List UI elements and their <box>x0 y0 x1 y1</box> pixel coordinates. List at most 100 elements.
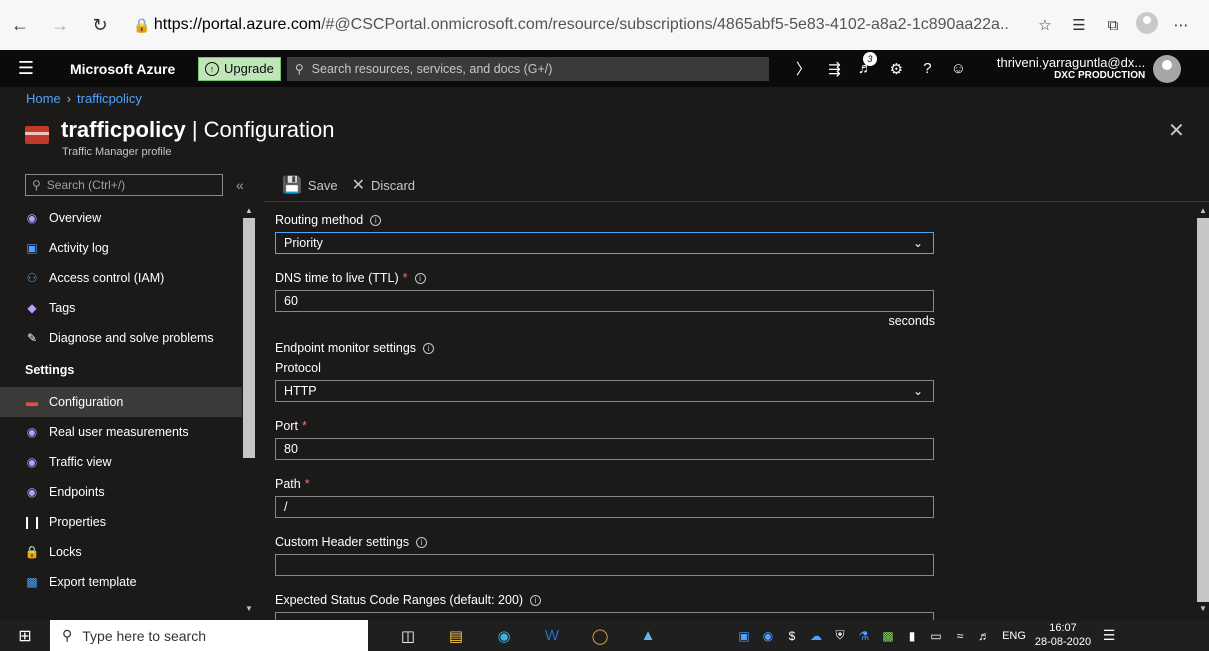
word-icon[interactable]: W <box>528 627 576 644</box>
scroll-down-icon[interactable]: ▼ <box>245 604 253 613</box>
menu-icon[interactable]: ☰ <box>0 58 52 79</box>
save-button[interactable]: 💾 Save <box>282 175 338 195</box>
address-bar[interactable]: 🔒 https://portal.azure.com/#@CSCPortal.o… <box>130 8 1010 42</box>
sidebar-item-diagnose[interactable]: ✎ Diagnose and solve problems <box>0 323 242 353</box>
sidebar-item-traffic-view[interactable]: ◉ Traffic view <box>0 447 242 477</box>
notifications-bell-icon[interactable]: ♬ 3 <box>850 52 881 77</box>
ttl-units: seconds <box>888 314 935 328</box>
feedback-smiley-icon[interactable]: ☺ <box>943 60 974 77</box>
system-clock[interactable]: 16:07 28-08-2020 <box>1032 622 1094 650</box>
task-view-icon[interactable]: ◫ <box>384 627 432 645</box>
content-scrollbar-thumb[interactable] <box>1197 218 1209 602</box>
search-icon: ⚲ <box>32 178 41 192</box>
onedrive-icon[interactable]: ☁ <box>804 629 828 643</box>
sidebar-item-endpoints[interactable]: ◉ Endpoints <box>0 477 242 507</box>
settings-gear-icon[interactable]: ⚙ <box>881 60 912 78</box>
wrench-icon: ✎ <box>26 331 38 345</box>
scroll-up-icon[interactable]: ▲ <box>1199 206 1207 215</box>
windows-start-icon[interactable]: ⊞ <box>0 626 50 646</box>
export-icon: ▩ <box>26 575 38 589</box>
custom-header-input[interactable] <box>275 554 934 576</box>
global-search-input[interactable]: ⚲ Search resources, services, and docs (… <box>286 56 769 81</box>
chrome-icon[interactable]: ◯ <box>576 627 624 645</box>
info-icon[interactable]: i <box>423 342 435 354</box>
sidebar-item-activity-log[interactable]: ▣ Activity log <box>0 233 242 263</box>
sidebar-item-configuration[interactable]: ▬ Configuration <box>0 387 242 417</box>
sidebar-item-real-user-measurements[interactable]: ◉ Real user measurements <box>0 417 242 447</box>
sidebar-item-properties[interactable]: ❙❙ Properties <box>0 507 242 537</box>
scroll-down-icon[interactable]: ▼ <box>1199 604 1207 613</box>
bluetooth-icon[interactable]: ⚗ <box>852 629 876 643</box>
tray-app-icon[interactable]: ▣ <box>732 629 756 643</box>
lock-icon: 🔒 <box>133 16 151 33</box>
microphone-icon[interactable]: ▮ <box>900 629 924 643</box>
collections-icon[interactable]: ⧉ <box>1096 17 1130 34</box>
volume-icon[interactable]: ♬ <box>972 629 996 643</box>
sidebar-item-export-template[interactable]: ▩ Export template <box>0 567 242 597</box>
tray-app-icon[interactable]: ◉ <box>756 629 780 643</box>
info-icon[interactable]: i <box>414 272 426 284</box>
path-input[interactable]: / <box>275 496 934 518</box>
info-icon[interactable]: i <box>530 594 542 606</box>
cloud-shell-icon[interactable]: 〉 <box>788 58 819 79</box>
port-input[interactable]: 80 <box>275 438 934 460</box>
status-codes-label: Expected Status Code Ranges (default: 20… <box>275 590 935 610</box>
battery-icon[interactable]: ▭ <box>924 629 948 643</box>
upgrade-label: Upgrade <box>224 61 274 76</box>
clock-time: 16:07 <box>1049 621 1077 634</box>
favorite-star-icon[interactable]: ☆ <box>1028 16 1062 34</box>
refresh-icon[interactable]: ↻ <box>80 0 120 50</box>
back-arrow-icon[interactable]: ← <box>0 0 40 50</box>
collapse-menu-icon[interactable]: « <box>236 177 244 193</box>
breadcrumb-home[interactable]: Home <box>26 91 61 106</box>
account-info[interactable]: thriveni.yarraguntla@dx... DXC PRODUCTIO… <box>996 54 1146 81</box>
azure-topbar: ☰ Microsoft Azure ↑ Upgrade ⚲ Search res… <box>0 50 1209 87</box>
chevron-down-icon: ⌄ <box>912 384 923 398</box>
help-icon[interactable]: ? <box>912 60 943 77</box>
info-icon[interactable]: i <box>416 536 428 548</box>
iam-icon: ⚇ <box>26 271 38 285</box>
windows-taskbar: ⊞ ⚲ Type here to search ◫ ▤ ◉ W ◯ ▲ ▣ ◉ … <box>0 620 1209 651</box>
ttl-input[interactable]: 60 <box>275 290 934 312</box>
browser-toolbar: ← → ↻ 🔒 https://portal.azure.com/#@CSCPo… <box>0 0 1209 50</box>
forward-arrow-icon[interactable]: → <box>40 0 80 50</box>
sidebar-item-tags[interactable]: ◆ Tags <box>0 293 242 323</box>
close-icon[interactable]: ✕ <box>1168 118 1185 143</box>
upgrade-button[interactable]: ↑ Upgrade <box>198 56 281 81</box>
directory-filter-icon[interactable]: ⇶ <box>819 60 850 78</box>
profile-icon[interactable] <box>1130 12 1164 38</box>
breadcrumb-chevron-icon: › <box>66 91 72 106</box>
sidebar-item-iam[interactable]: ⚇ Access control (IAM) <box>0 263 242 293</box>
wifi-icon[interactable]: ≈ <box>948 629 972 643</box>
tray-app-icon[interactable]: ▩ <box>876 629 900 643</box>
more-options-icon[interactable]: ⋯ <box>1164 16 1198 34</box>
traffic-view-icon: ◉ <box>26 455 38 469</box>
discard-button[interactable]: ✕ Discard <box>352 175 415 195</box>
file-explorer-icon[interactable]: ▤ <box>432 627 480 645</box>
account-name: thriveni.yarraguntla@dx... <box>996 54 1146 70</box>
menu-scrollbar-thumb[interactable] <box>243 218 255 458</box>
sidebar-item-locks[interactable]: 🔒 Locks <box>0 537 242 567</box>
routing-method-dropdown[interactable]: Priority ⌄ <box>275 232 934 254</box>
tray-dollar-icon[interactable]: $ <box>780 629 804 643</box>
brand-title[interactable]: Microsoft Azure <box>70 61 198 77</box>
language-indicator[interactable]: ENG <box>996 630 1032 642</box>
sidebar-item-overview[interactable]: ◉ Overview <box>0 203 242 233</box>
info-icon[interactable]: i <box>370 214 382 226</box>
scroll-up-icon[interactable]: ▲ <box>245 206 253 215</box>
protocol-dropdown[interactable]: HTTP ⌄ <box>275 380 934 402</box>
security-shield-icon[interactable]: ⛨ <box>828 628 852 643</box>
url-text: https://portal.azure.com/#@CSCPortal.onm… <box>153 16 1010 33</box>
breadcrumb-current[interactable]: trafficpolicy <box>77 91 142 106</box>
action-center-icon[interactable]: ☰ <box>1094 627 1124 644</box>
photos-icon[interactable]: ▲ <box>624 627 672 644</box>
tag-icon: ◆ <box>27 301 37 315</box>
command-bar: 💾 Save ✕ Discard <box>282 175 429 195</box>
account-avatar[interactable] <box>1153 54 1182 83</box>
favorites-list-icon[interactable]: ☰ <box>1062 16 1096 34</box>
protocol-label: Protocol <box>275 361 321 375</box>
routing-method-label: Routing method i <box>275 210 935 230</box>
menu-search-input[interactable]: ⚲ Search (Ctrl+/) <box>25 174 223 196</box>
taskbar-search-input[interactable]: ⚲ Type here to search <box>50 620 368 651</box>
edge-browser-icon[interactable]: ◉ <box>480 627 528 645</box>
